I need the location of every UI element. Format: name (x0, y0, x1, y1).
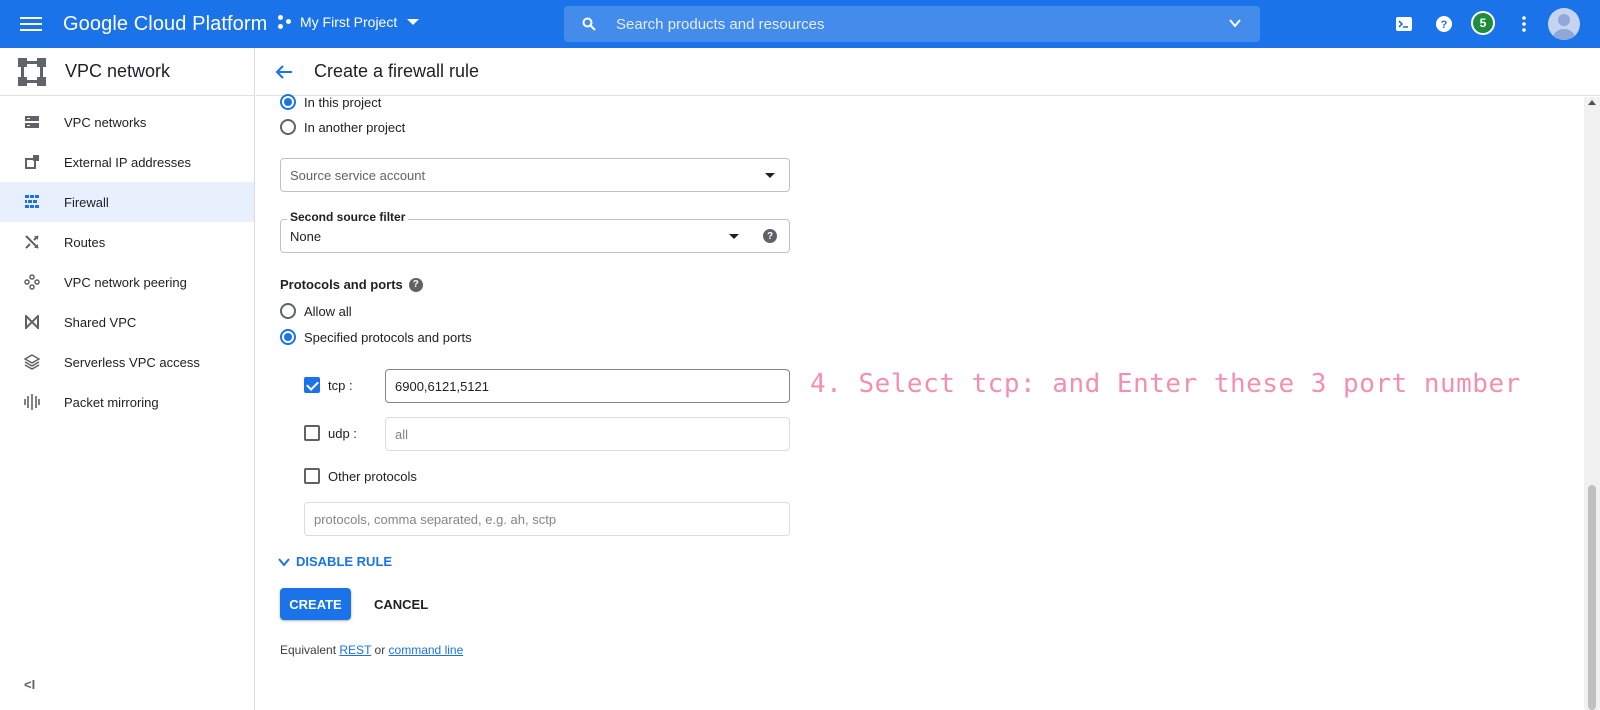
sidebar-header: VPC network (0, 48, 254, 96)
source-service-account-select[interactable]: Source service account (280, 158, 790, 192)
svg-text:?: ? (1441, 19, 1448, 31)
protocols-ports-heading: Protocols and ports ? (280, 277, 423, 292)
sidebar-item-label: Packet mirroring (64, 394, 159, 410)
radio-label: In this project (304, 94, 382, 110)
page-header: Create a firewall rule (256, 48, 1600, 96)
sidebar-item-firewall[interactable]: Firewall (0, 182, 254, 222)
firewall-icon (23, 193, 41, 211)
sidebar-item-label: VPC network peering (64, 274, 187, 290)
menu-icon[interactable] (20, 13, 42, 35)
page-title: Create a firewall rule (314, 61, 480, 81)
sidebar-item-external-ip[interactable]: External IP addresses (0, 142, 254, 182)
sidebar-item-peering[interactable]: VPC network peering (0, 262, 254, 302)
udp-ports-input[interactable]: all (385, 417, 790, 451)
sidebar-item-serverless[interactable]: Serverless VPC access (0, 342, 254, 382)
tcp-label: tcp : (328, 378, 353, 393)
select-value: None (290, 228, 322, 244)
vertical-scrollbar[interactable] (1584, 97, 1600, 710)
firewall-form: In this project In another project Sourc… (256, 94, 1580, 710)
external-ip-icon (23, 153, 41, 171)
second-source-filter-select[interactable]: None ? (280, 219, 790, 253)
radio-label: Allow all (304, 303, 352, 319)
radio-in-another-project[interactable]: In another project (280, 119, 405, 135)
other-protocols-checkbox[interactable] (304, 468, 320, 484)
second-source-filter-label: Second source filter (287, 210, 409, 224)
search-input[interactable]: Search products and resources (616, 16, 824, 33)
udp-label: udp : (328, 426, 357, 441)
sidebar-item-label: Routes (64, 234, 106, 250)
cloud-shell-icon[interactable] (1392, 12, 1416, 36)
project-dots-icon (278, 15, 292, 29)
rest-link[interactable]: REST (339, 643, 371, 657)
scrollbar-thumb[interactable] (1588, 485, 1596, 710)
project-selector[interactable]: My First Project (278, 14, 420, 30)
help-icon[interactable]: ? (763, 229, 777, 243)
equivalent-or: or (374, 643, 386, 657)
udp-checkbox[interactable] (304, 425, 320, 441)
chevron-down-icon (278, 557, 290, 567)
other-protocols-placeholder: protocols, comma separated, e.g. ah, sct… (314, 511, 557, 527)
sidebar-item-routes[interactable]: Routes (0, 222, 254, 262)
search-bar[interactable]: Search products and resources (564, 6, 1260, 42)
avatar[interactable] (1548, 8, 1580, 40)
udp-ports-placeholder: all (395, 426, 409, 442)
more-vert-icon[interactable] (1512, 12, 1536, 36)
sidebar-item-shared-vpc[interactable]: Shared VPC (0, 302, 254, 342)
packet-mirroring-icon (23, 393, 41, 411)
search-icon (582, 17, 596, 31)
protocols-ports-label: Protocols and ports (280, 277, 403, 292)
caret-down-icon (729, 234, 739, 239)
vpc-networks-icon (23, 113, 41, 131)
caret-down-icon (765, 173, 775, 178)
radio-unselected-icon (280, 119, 296, 135)
caret-down-icon (407, 19, 420, 25)
create-button[interactable]: CREATE (280, 588, 351, 620)
vpc-network-logo-icon (18, 57, 46, 86)
sidebar-item-label: External IP addresses (64, 154, 191, 170)
other-protocols-label: Other protocols (328, 469, 417, 484)
chevron-down-icon[interactable] (1228, 16, 1242, 30)
command-line-link[interactable]: command line (389, 643, 464, 657)
tcp-ports-value: 6900,6121,5121 (395, 378, 489, 394)
radio-selected-icon (280, 94, 296, 110)
cancel-button[interactable]: CANCEL (366, 588, 436, 620)
sidebar-item-label: Shared VPC (64, 314, 137, 330)
radio-label: Specified protocols and ports (304, 329, 472, 345)
radio-specified-protocols[interactable]: Specified protocols and ports (280, 329, 472, 345)
routes-icon (23, 233, 41, 251)
top-app-bar: Google Cloud Platform My First Project S… (0, 0, 1600, 48)
sidebar: VPC network VPC networks External IP add… (0, 48, 255, 710)
tcp-ports-input[interactable]: 6900,6121,5121 (385, 369, 790, 403)
radio-allow-all[interactable]: Allow all (280, 303, 352, 319)
radio-unselected-icon (280, 303, 296, 319)
other-protocols-input[interactable]: protocols, comma separated, e.g. ah, sct… (304, 502, 790, 536)
equivalent-links: Equivalent REST or command line (280, 643, 463, 657)
radio-selected-icon (280, 329, 296, 345)
disable-rule-label: DISABLE RULE (296, 554, 393, 569)
select-placeholder: Source service account (290, 167, 426, 183)
back-arrow-icon[interactable] (272, 60, 296, 84)
radio-label: In another project (304, 119, 406, 135)
equivalent-prefix: Equivalent (280, 643, 337, 657)
notifications-badge[interactable]: 5 (1471, 11, 1495, 35)
sidebar-item-vpc-networks[interactable]: VPC networks (0, 102, 254, 142)
app-brand[interactable]: Google Cloud Platform (63, 13, 267, 36)
sidebar-item-label: Serverless VPC access (64, 354, 200, 370)
sidebar-item-label: Firewall (64, 194, 109, 210)
sidebar-item-packet-mirroring[interactable]: Packet mirroring (0, 382, 254, 422)
peering-icon (23, 273, 41, 291)
tutorial-annotation: 4. Select tcp: and Enter these 3 port nu… (810, 369, 1521, 399)
scroll-up-arrow-icon[interactable] (1588, 100, 1596, 105)
help-icon[interactable]: ? (408, 277, 423, 292)
serverless-icon (23, 353, 41, 371)
collapse-sidebar-button[interactable]: <I (24, 677, 35, 692)
help-icon[interactable]: ? (1432, 12, 1456, 36)
shared-vpc-icon (23, 313, 41, 331)
disable-rule-toggle[interactable]: DISABLE RULE (278, 554, 392, 569)
radio-in-this-project[interactable]: In this project (280, 94, 381, 110)
project-name: My First Project (300, 14, 398, 30)
sidebar-title: VPC network (65, 61, 171, 81)
sidebar-item-label: VPC networks (64, 114, 147, 130)
tcp-checkbox[interactable] (304, 377, 320, 393)
